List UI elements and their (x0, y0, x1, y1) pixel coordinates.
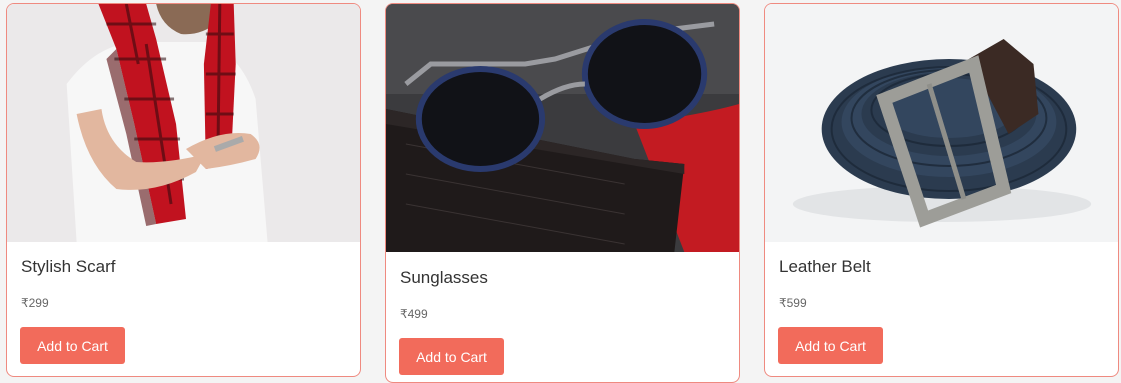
product-price: ₹299 (21, 296, 49, 310)
product-card-belt: Leather Belt ₹599 Add to Cart (764, 3, 1119, 377)
product-name: Leather Belt (779, 257, 871, 276)
scarf-photo-icon[interactable] (7, 4, 360, 242)
belt-photo-icon[interactable] (765, 4, 1118, 242)
sunglasses-photo-icon[interactable] (386, 4, 739, 252)
product-name: Stylish Scarf (21, 257, 116, 276)
add-to-cart-button[interactable]: Add to Cart (20, 327, 125, 364)
product-price: ₹599 (779, 296, 807, 310)
add-to-cart-button[interactable]: Add to Cart (399, 338, 504, 375)
product-name: Sunglasses (400, 268, 488, 287)
product-price: ₹499 (400, 307, 428, 321)
product-card-sunglasses: Sunglasses ₹499 Add to Cart (385, 3, 740, 383)
add-to-cart-button[interactable]: Add to Cart (778, 327, 883, 364)
product-card-scarf: Stylish Scarf ₹299 Add to Cart (6, 3, 361, 377)
